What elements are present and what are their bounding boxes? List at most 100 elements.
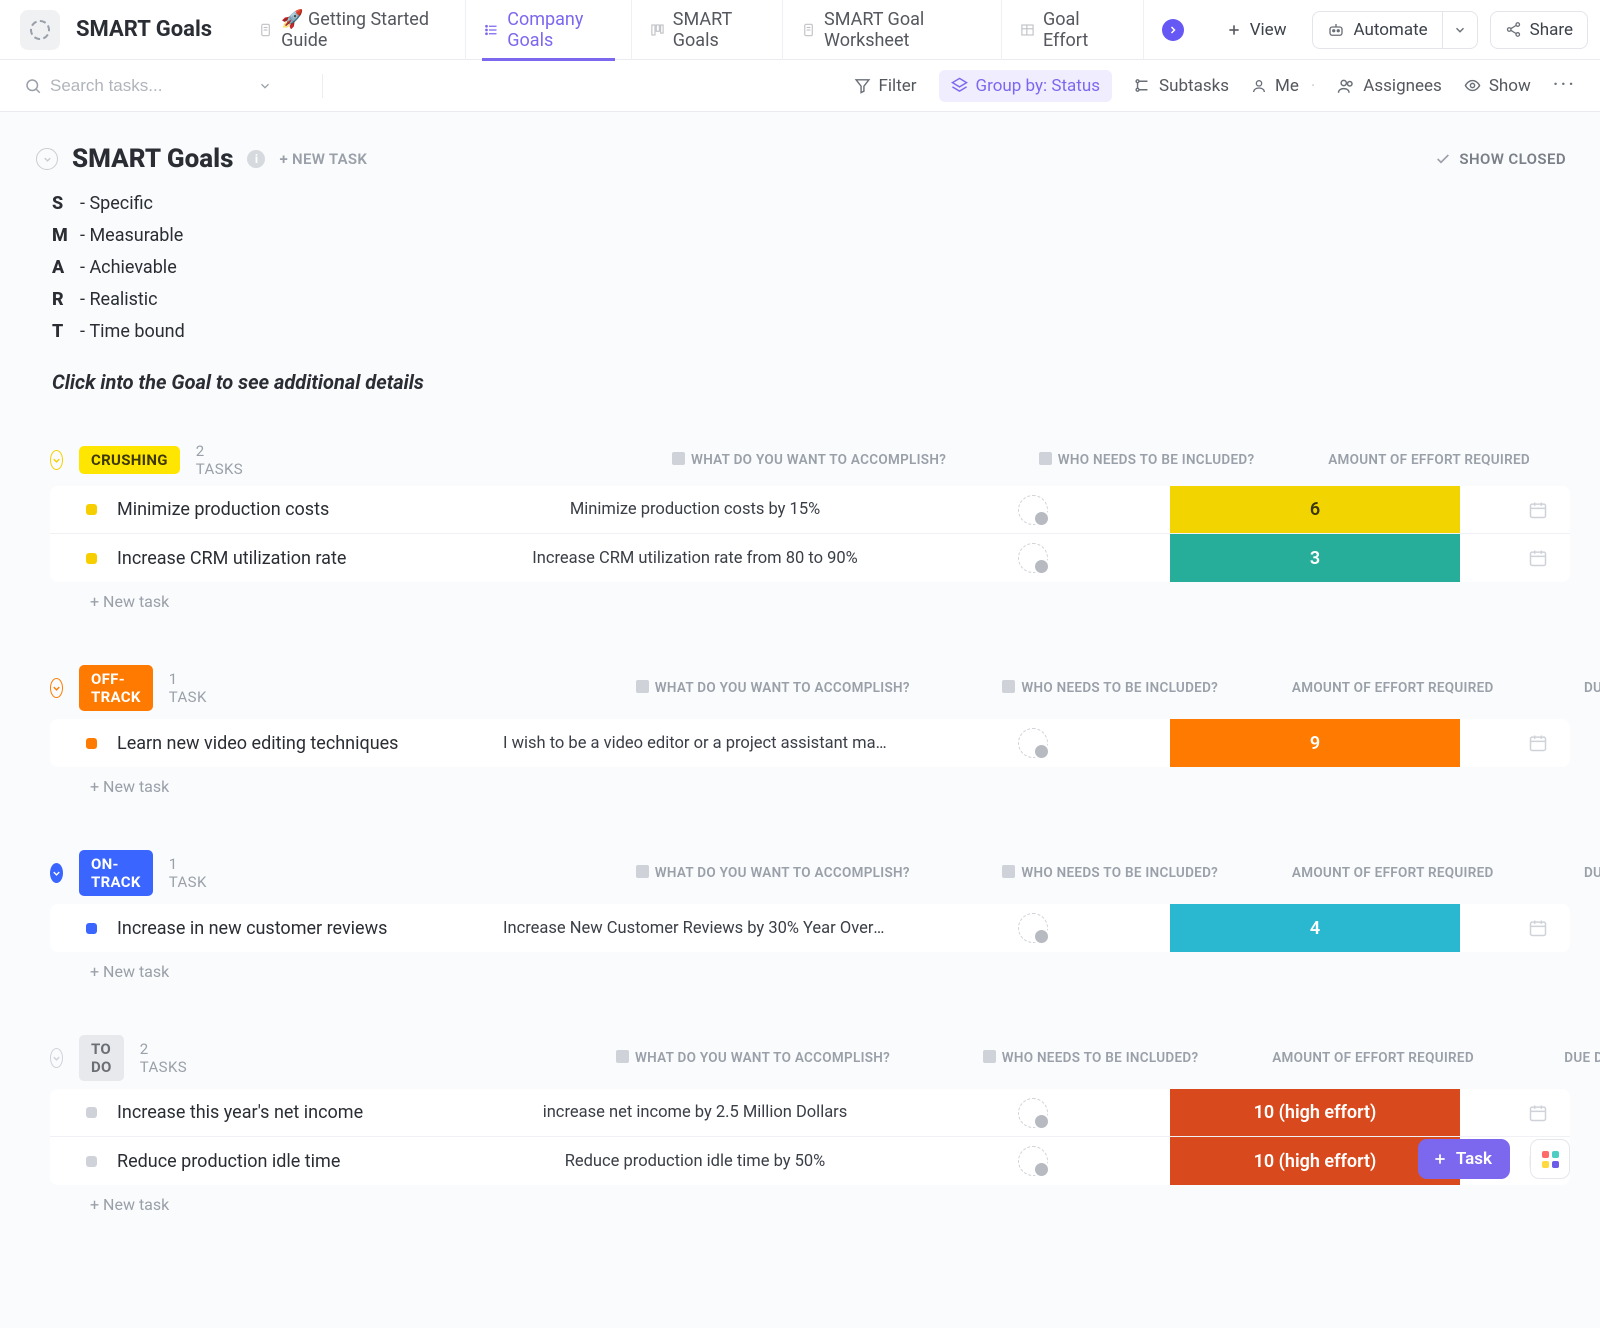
- person-icon: [1251, 78, 1267, 94]
- tab-smart-goals[interactable]: SMART Goals: [631, 0, 782, 60]
- status-square[interactable]: [86, 738, 97, 749]
- add-assignee-icon[interactable]: [1018, 1098, 1048, 1128]
- chevron-down-icon[interactable]: [258, 79, 272, 93]
- add-assignee-icon[interactable]: [1018, 495, 1048, 525]
- subtasks-button[interactable]: Subtasks: [1134, 76, 1229, 96]
- task-assignee[interactable]: [895, 913, 1170, 943]
- task-assignee[interactable]: [895, 495, 1170, 525]
- task-effort[interactable]: 9: [1170, 719, 1460, 767]
- add-view-button[interactable]: View: [1212, 12, 1301, 48]
- group-collapse[interactable]: [50, 863, 63, 883]
- status-square[interactable]: [86, 923, 97, 934]
- plus-icon: [1432, 1151, 1448, 1167]
- text-icon: [636, 865, 649, 878]
- smart-definition: S- SpecificM- MeasurableA- AchievableR- …: [52, 188, 1570, 348]
- task-due[interactable]: [1460, 500, 1570, 520]
- task-name: Increase CRM utilization rate: [117, 548, 495, 569]
- task-row[interactable]: Increase in new customer reviewsIncrease…: [50, 904, 1570, 952]
- more-menu[interactable]: ···: [1553, 73, 1576, 98]
- assignees-button[interactable]: Assignees: [1337, 76, 1442, 96]
- task-row[interactable]: Minimize production costsMinimize produc…: [50, 486, 1570, 534]
- task-row[interactable]: Increase this year's net incomeincrease …: [50, 1089, 1570, 1137]
- status-pill[interactable]: CRUSHING: [79, 446, 180, 474]
- list-toolbar: Filter Group by: Status Subtasks Me · As…: [0, 60, 1600, 112]
- filter-button[interactable]: Filter: [854, 76, 917, 96]
- show-closed-toggle[interactable]: SHOW CLOSED: [1435, 150, 1566, 168]
- task-accomplish: Minimize production costs by 15%: [495, 500, 895, 519]
- search-input[interactable]: [50, 76, 220, 96]
- new-task-header[interactable]: + NEW TASK: [279, 150, 367, 168]
- status-pill[interactable]: OFF-TRACK: [79, 665, 153, 711]
- group-collapse[interactable]: [50, 450, 63, 470]
- view-tabs: 🚀 Getting Started GuideCompany GoalsSMAR…: [240, 0, 1133, 60]
- task-due[interactable]: [1460, 918, 1570, 938]
- space-icon[interactable]: [20, 10, 60, 50]
- task-assignee[interactable]: [895, 1146, 1170, 1176]
- new-task-row[interactable]: + New task: [50, 582, 1570, 611]
- add-assignee-icon[interactable]: [1018, 1146, 1048, 1176]
- people-icon: [1337, 77, 1355, 95]
- task-name: Learn new video editing techniques: [117, 733, 495, 754]
- info-icon[interactable]: i: [247, 150, 265, 168]
- task-assignee[interactable]: [895, 1098, 1170, 1128]
- task-effort[interactable]: 3: [1170, 534, 1460, 582]
- tab-goal-effort[interactable]: Goal Effort: [1001, 0, 1133, 60]
- task-name: Increase this year's net income: [117, 1102, 495, 1123]
- text-icon: [983, 1050, 996, 1063]
- task-due[interactable]: [1460, 733, 1570, 753]
- automate-button[interactable]: Automate: [1312, 11, 1441, 49]
- column-headers: WHAT DO YOU WANT TO ACCOMPLISH?WHO NEEDS…: [223, 865, 1600, 881]
- task-effort[interactable]: 6: [1170, 486, 1460, 533]
- group-off-track: OFF-TRACK1 TASKWHAT DO YOU WANT TO ACCOM…: [50, 665, 1570, 796]
- robot-icon: [1327, 21, 1345, 39]
- group-by-pill[interactable]: Group by: Status: [939, 70, 1112, 102]
- new-task-fab[interactable]: Task: [1418, 1139, 1510, 1179]
- task-name: Reduce production idle time: [117, 1151, 495, 1172]
- group-collapse[interactable]: [50, 678, 63, 698]
- add-assignee-icon[interactable]: [1018, 543, 1048, 573]
- task-assignee[interactable]: [895, 728, 1170, 758]
- task-effort[interactable]: 4: [1170, 904, 1460, 952]
- task-accomplish: Increase CRM utilization rate from 80 to…: [495, 549, 895, 568]
- share-icon: [1505, 21, 1522, 38]
- task-row[interactable]: Learn new video editing techniquesI wish…: [50, 719, 1570, 767]
- task-name: Minimize production costs: [117, 499, 495, 520]
- group-to do: TO DO2 TASKSWHAT DO YOU WANT TO ACCOMPLI…: [50, 1035, 1570, 1214]
- add-assignee-icon[interactable]: [1018, 913, 1048, 943]
- me-button[interactable]: Me ·: [1251, 76, 1315, 96]
- group-collapse[interactable]: [50, 1048, 63, 1068]
- task-effort[interactable]: 10 (high effort): [1170, 1137, 1460, 1185]
- task-due[interactable]: [1460, 548, 1570, 568]
- task-effort[interactable]: 10 (high effort): [1170, 1089, 1460, 1136]
- tab-company-goals[interactable]: Company Goals: [465, 0, 631, 60]
- new-task-row[interactable]: + New task: [50, 767, 1570, 796]
- search[interactable]: [24, 76, 304, 96]
- status-square[interactable]: [86, 1156, 97, 1167]
- task-due[interactable]: [1460, 1103, 1570, 1123]
- collapse-list[interactable]: [36, 148, 58, 170]
- task-assignee[interactable]: [895, 543, 1170, 573]
- list-title: SMART Goals: [72, 144, 233, 174]
- apps-button[interactable]: [1530, 1139, 1570, 1179]
- status-square[interactable]: [86, 504, 97, 515]
- status-square[interactable]: [86, 1107, 97, 1118]
- space-title: SMART Goals: [76, 17, 212, 42]
- top-bar: SMART Goals 🚀 Getting Started GuideCompa…: [0, 0, 1600, 60]
- status-pill[interactable]: TO DO: [79, 1035, 124, 1081]
- tab--getting-started-guide[interactable]: 🚀 Getting Started Guide: [240, 0, 465, 60]
- search-icon: [24, 77, 42, 95]
- tab-more[interactable]: [1143, 0, 1202, 59]
- status-square[interactable]: [86, 553, 97, 564]
- share-button[interactable]: Share: [1490, 11, 1588, 49]
- task-row[interactable]: Reduce production idle timeReduce produc…: [50, 1137, 1570, 1185]
- automate-dropdown[interactable]: [1442, 11, 1478, 49]
- tab-smart-goal-worksheet[interactable]: SMART Goal Worksheet: [782, 0, 1001, 60]
- status-pill[interactable]: ON-TRACK: [79, 850, 153, 896]
- task-row[interactable]: Increase CRM utilization rateIncrease CR…: [50, 534, 1570, 582]
- add-view-label: View: [1250, 20, 1287, 40]
- new-task-row[interactable]: + New task: [50, 1185, 1570, 1214]
- add-assignee-icon[interactable]: [1018, 728, 1048, 758]
- content-area: SMART Goals i + NEW TASK SHOW CLOSED S- …: [0, 112, 1600, 1328]
- new-task-row[interactable]: + New task: [50, 952, 1570, 981]
- show-button[interactable]: Show: [1464, 76, 1531, 96]
